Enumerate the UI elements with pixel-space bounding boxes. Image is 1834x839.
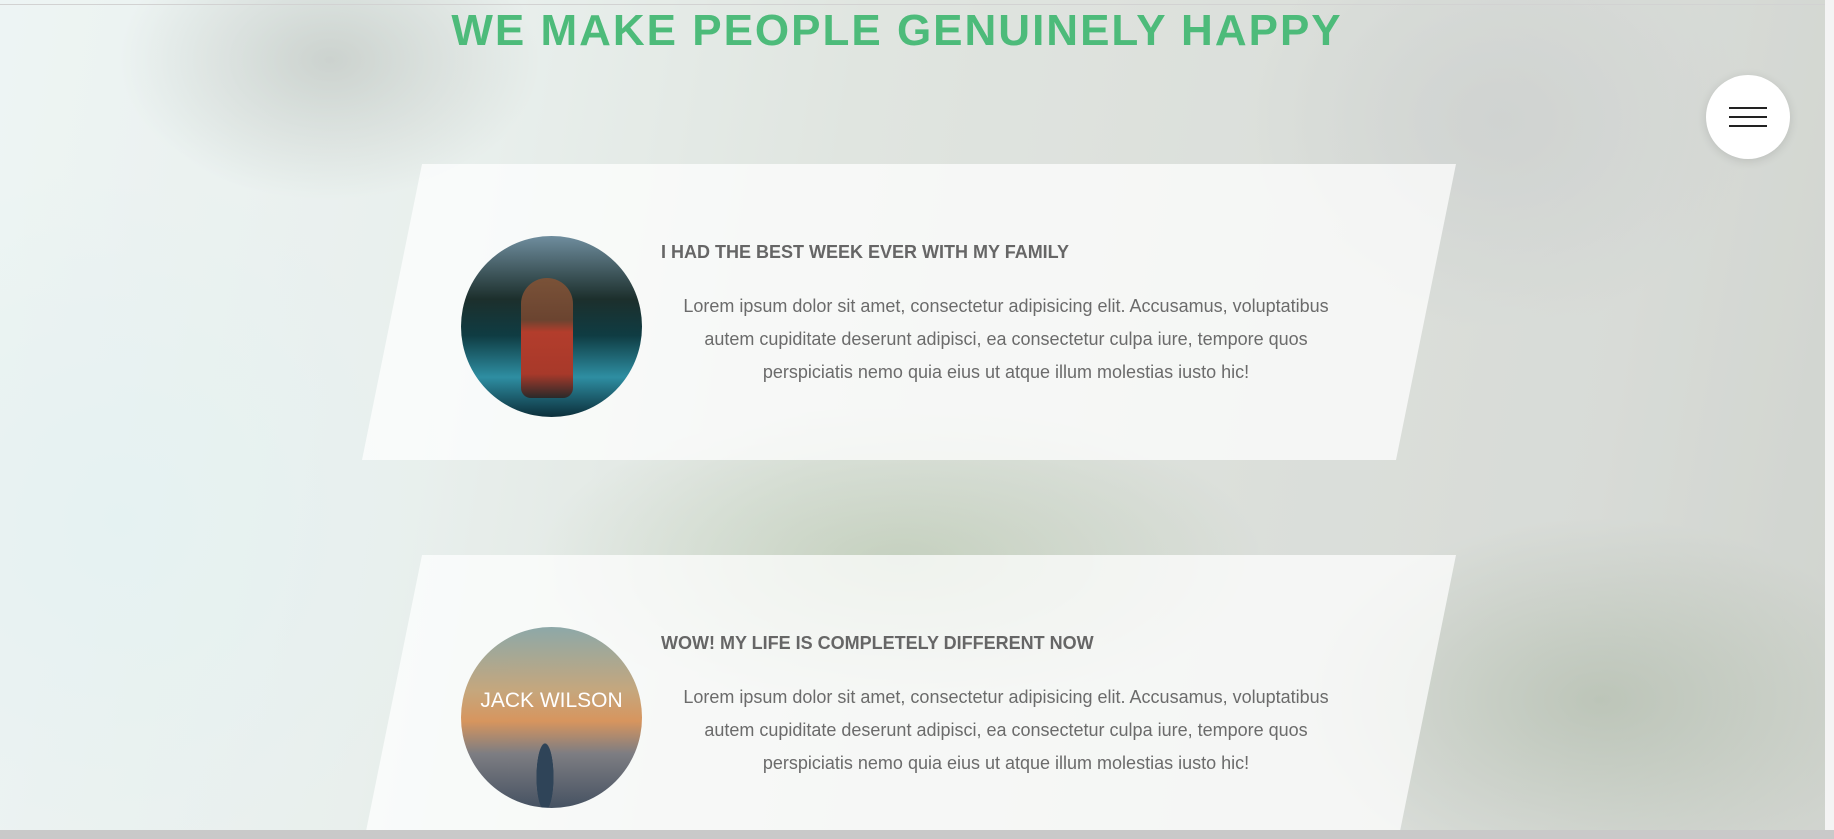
avatar-caption: JACK WILSON bbox=[480, 689, 623, 712]
scrollbar-track[interactable] bbox=[1825, 0, 1834, 839]
hamburger-menu-icon-line bbox=[1729, 125, 1767, 127]
avatar-photo: JACK WILSON bbox=[461, 627, 642, 808]
testimonial-card: JACK WILSON WOW! MY LIFE IS COMPLETELY D… bbox=[362, 555, 1456, 839]
testimonial-text: Lorem ipsum dolor sit amet, consectetur … bbox=[683, 296, 1329, 382]
testimonial-title: WOW! MY LIFE IS COMPLETELY DIFFERENT NOW bbox=[661, 633, 1094, 653]
avatar-photo bbox=[461, 236, 642, 417]
horizontal-scrollbar[interactable] bbox=[0, 830, 1834, 839]
hamburger-menu-icon-line bbox=[1729, 116, 1767, 118]
menu-button[interactable] bbox=[1706, 75, 1790, 159]
page: WE MAKE PEOPLE GENUINELY HAPPY I HAD THE… bbox=[0, 0, 1834, 839]
hamburger-menu-icon bbox=[1729, 107, 1767, 109]
page-headline: WE MAKE PEOPLE GENUINELY HAPPY bbox=[451, 6, 1343, 55]
top-divider bbox=[0, 4, 1834, 5]
testimonial-text: Lorem ipsum dolor sit amet, consectetur … bbox=[683, 687, 1329, 773]
testimonial-card: I HAD THE BEST WEEK EVER WITH MY FAMILY … bbox=[362, 164, 1456, 460]
person-figure bbox=[521, 278, 573, 398]
testimonial-title: I HAD THE BEST WEEK EVER WITH MY FAMILY bbox=[661, 242, 1070, 262]
